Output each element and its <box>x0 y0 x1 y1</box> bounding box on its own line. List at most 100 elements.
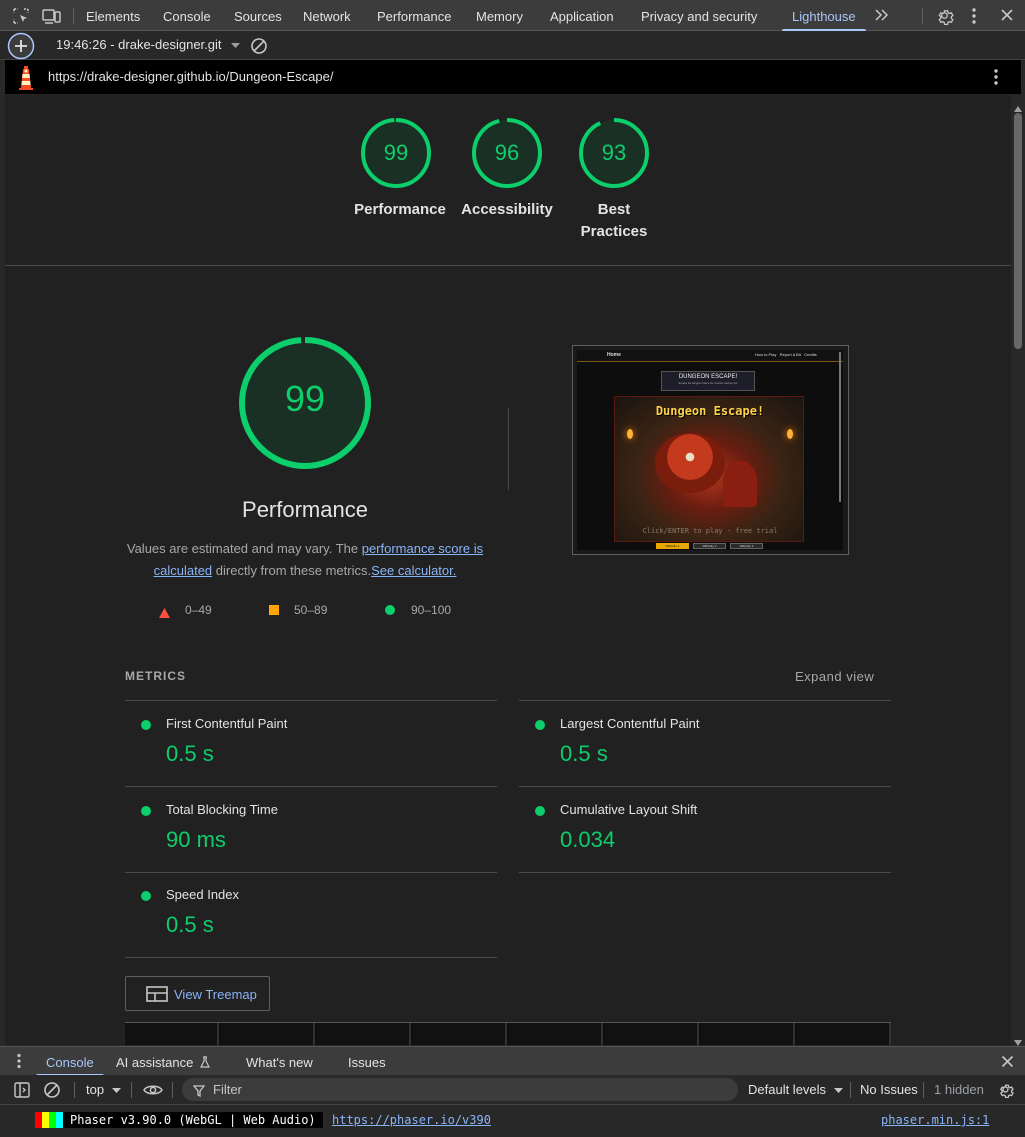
gauge-performance[interactable]: 99 <box>360 117 432 189</box>
pass-indicator-icon <box>535 806 545 816</box>
metric-first-contentful-paint: First Contentful Paint 0.5 s <box>125 701 497 787</box>
hidden-messages-count: 1 hidden <box>934 1082 984 1097</box>
element-picker-icon[interactable] <box>12 7 30 30</box>
gauge-best-practices[interactable]: 93 <box>578 117 650 189</box>
performance-title: Performance <box>242 497 368 522</box>
tab-network[interactable]: Network <box>303 0 351 31</box>
gauge-best-practices-label-line1: Best <box>597 201 631 218</box>
tab-lighthouse[interactable]: Lighthouse <box>782 0 866 31</box>
filmstrip-frame <box>509 1023 603 1045</box>
screenshot-game-footer: Click/ENTER to play - free trial <box>642 527 778 535</box>
report-menu-icon[interactable] <box>993 68 999 91</box>
screenshot-banner: DUNGEON ESCAPE! Escape the dungeon befor… <box>661 371 755 391</box>
performance-score-large: 99 <box>284 378 326 419</box>
clear-reports-icon[interactable] <box>250 37 268 60</box>
pass-indicator-icon <box>141 720 151 730</box>
close-devtools-icon[interactable] <box>1000 8 1014 27</box>
drawer-tab-issues[interactable]: Issues <box>348 1047 386 1076</box>
screenshot-navbar: Home How to Play Report A Bit Credits <box>577 350 843 362</box>
drawer-menu-icon[interactable] <box>16 1053 22 1074</box>
phaser-stripe-yellow <box>42 1112 49 1128</box>
dropdown-arrow-icon <box>111 1082 121 1097</box>
screenshot-banner-title: DUNGEON ESCAPE! <box>678 374 738 380</box>
tab-elements[interactable]: Elements <box>86 0 140 31</box>
drawer-tab-ai-assistance[interactable]: AI assistance <box>116 1047 210 1076</box>
tab-memory[interactable]: Memory <box>476 0 523 31</box>
default-levels-select[interactable]: Default levels <box>748 1082 843 1097</box>
metric-title: Largest Contentful Paint <box>560 716 700 731</box>
filmstrip-frame <box>413 1023 507 1045</box>
console-message-row: Phaser v3.90.0 (WebGL | Web Audio) https… <box>0 1105 1025 1135</box>
tab-application[interactable]: Application <box>550 0 614 31</box>
dropdown-arrow-icon <box>833 1082 843 1097</box>
console-settings-gear-icon[interactable] <box>997 1081 1014 1103</box>
view-treemap-button[interactable]: View Treemap <box>125 976 270 1011</box>
issues-counter[interactable]: No Issues <box>860 1082 918 1097</box>
device-toolbar-icon[interactable] <box>42 7 62 30</box>
metric-value: 0.5 s <box>560 741 608 766</box>
more-options-icon[interactable] <box>969 7 979 30</box>
sidebar-toggle-icon[interactable] <box>14 1082 30 1103</box>
screenshot-monster <box>655 433 725 493</box>
gauge-screenshot-divider <box>508 408 509 490</box>
pass-indicator-icon <box>141 891 151 901</box>
screenshot-scrollbar <box>839 352 841 502</box>
filter-placeholder: Filter <box>213 1082 242 1097</box>
metric-speed-index: Speed Index 0.5 s <box>125 872 497 958</box>
screenshot-torch-left <box>627 429 633 439</box>
gauge-accessibility[interactable]: 96 <box>471 117 543 189</box>
phaser-stripe-red <box>35 1112 42 1128</box>
report-scrollbar[interactable] <box>1011 95 1025 1046</box>
gauge-performance-score: 99 <box>383 140 409 165</box>
live-expression-eye-icon[interactable] <box>143 1083 163 1102</box>
lighthouse-logo-icon <box>16 65 36 95</box>
screenshot-page: Home How to Play Report A Bit Credits DU… <box>577 350 843 550</box>
tab-sources[interactable]: Sources <box>234 0 282 31</box>
screenshot-button-1: Difficulty 1 <box>656 543 689 549</box>
pass-indicator-icon <box>535 720 545 730</box>
report-select-label: 19:46:26 - drake-designer.git <box>56 37 222 52</box>
see-calculator-link[interactable]: See calculator. <box>371 563 456 578</box>
drawer-tab-ai-assistance-label: AI assistance <box>116 1055 194 1070</box>
final-screenshot[interactable]: Home How to Play Report A Bit Credits DU… <box>572 345 849 555</box>
gauge-best-practices-label: Best Practices <box>559 199 669 243</box>
metric-total-blocking-time: Total Blocking Time 90 ms <box>125 787 497 873</box>
phaser-stripe-green <box>49 1112 56 1128</box>
tab-console[interactable]: Console <box>163 0 211 31</box>
report-select[interactable]: 19:46:26 - drake-designer.git <box>56 37 241 52</box>
clear-console-icon[interactable] <box>43 1081 61 1104</box>
tab-privacy-security[interactable]: Privacy and security <box>641 0 757 31</box>
performance-score-calculated-link-line1: performance score is <box>361 541 484 556</box>
average-square-icon <box>269 605 279 615</box>
legend-average-range: 50–89 <box>294 603 328 617</box>
drawer-tab-console[interactable]: Console <box>36 1047 104 1076</box>
report-url: https://drake-designer.github.io/Dungeon… <box>48 69 334 84</box>
scrollbar-thumb[interactable] <box>1014 113 1022 349</box>
gauge-performance-label: Performance <box>354 201 446 218</box>
devtools-tab-bar: Elements Console Sources Network Perform… <box>0 0 1025 31</box>
expand-view-toggle[interactable]: Expand view <box>795 669 874 684</box>
more-tabs-chevron-icon[interactable] <box>873 7 889 28</box>
description-prefix: Values are estimated and may vary. The <box>126 541 362 556</box>
performance-gauge-large: 99 <box>238 336 372 470</box>
drawer-tab-whats-new[interactable]: What's new <box>246 1047 313 1076</box>
drawer-tab-bar: Console AI assistance What's new Issues <box>0 1046 1025 1076</box>
filmstrip-frame <box>317 1023 411 1045</box>
screenshot-banner-sub: Escape the dungeon before the monster ca… <box>678 382 738 385</box>
console-source-link[interactable]: phaser.min.js:1 <box>881 1113 989 1127</box>
console-filter-input[interactable]: Filter <box>182 1078 738 1101</box>
gauge-accessibility-score: 96 <box>494 140 520 165</box>
phaser-version-link[interactable]: https://phaser.io/v390 <box>332 1113 491 1127</box>
metric-title: Cumulative Layout Shift <box>560 802 698 817</box>
metric-cumulative-layout-shift: Cumulative Layout Shift 0.034 <box>519 787 891 873</box>
gauge-best-practices-label-line2: Practices <box>580 223 648 240</box>
close-drawer-icon[interactable] <box>1001 1055 1014 1073</box>
gauge-accessibility-label: Accessibility <box>461 201 553 218</box>
tab-performance[interactable]: Performance <box>377 0 451 31</box>
settings-gear-icon[interactable] <box>935 6 954 30</box>
context-select[interactable]: top <box>86 1082 121 1097</box>
lighthouse-toolbar: 19:46:26 - drake-designer.git <box>0 31 1025 60</box>
screenshot-torch-right <box>787 429 793 439</box>
performance-description: Values are estimated and may vary. The p… <box>115 538 495 582</box>
filmstrip-frame <box>701 1023 795 1045</box>
